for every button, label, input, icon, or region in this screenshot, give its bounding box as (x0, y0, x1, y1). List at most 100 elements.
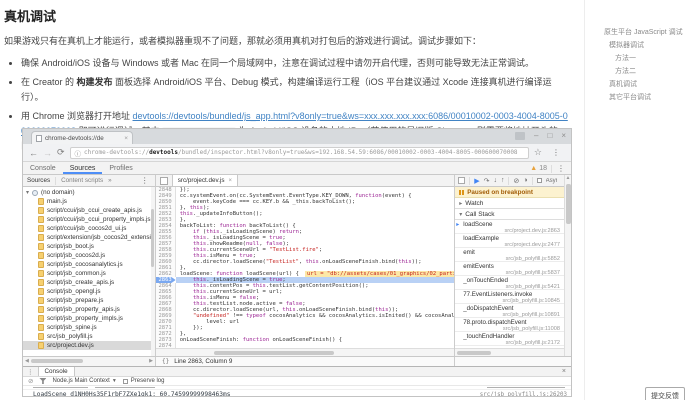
file-tree-item[interactable]: src/project.dev.js (23, 341, 155, 350)
warning-counter[interactable]: ▲ 18 (526, 162, 551, 175)
watch-section[interactable]: ▸ Watch (455, 198, 564, 209)
forward-icon[interactable]: → (43, 148, 52, 158)
tab-close-icon[interactable]: × (124, 135, 128, 142)
file-tree-item[interactable]: script/jsb_property_apis.js (23, 305, 155, 314)
file-tree-item[interactable]: script/ccui/jsb_ccui_create_apis.js (23, 206, 155, 215)
toc-item[interactable]: 模拟器调试 (604, 39, 683, 52)
file-tree-item[interactable]: script/jsb_cocos2d.js (23, 251, 155, 260)
back-icon[interactable]: ← (29, 148, 38, 158)
callstack-frame[interactable]: ▸ 77.EventListeners.invoke src/jsb_polyf… (455, 290, 564, 304)
url-bar[interactable]: ⓘ chrome-devtools://devtools/bundled/ins… (69, 146, 529, 159)
editor-hscrollbar[interactable] (155, 348, 455, 356)
file-tree-item[interactable]: script/jsb_property_impls.js (23, 314, 155, 323)
drawer-menu-icon[interactable]: ⋮ (23, 367, 38, 376)
reload-icon[interactable]: ⟳ (57, 147, 65, 158)
navigator-hscrollbar[interactable]: ◀ ▶ (23, 357, 156, 366)
callstack-frame[interactable]: ▸ loadExample src/project.dev.js:2477 (455, 234, 564, 248)
callstack-frame[interactable]: ▸ _touchEndHandler src/jsb_polyfill.js:2… (455, 332, 564, 346)
page-info-icon[interactable]: ⓘ (75, 148, 82, 158)
line-number[interactable]: 2862 (155, 271, 176, 277)
callstack-frame[interactable]: ▸ _onTouchEnded src/jsb_polyfill.js:5421 (455, 276, 564, 290)
frame-location[interactable]: src/jsb_polyfill.js:2172 (463, 340, 560, 346)
clear-console-icon[interactable]: ⊘ (28, 377, 33, 385)
dock-side-icon[interactable] (458, 177, 466, 184)
resume-icon[interactable]: ▶ (474, 177, 479, 185)
debugger-hscrollbar[interactable] (455, 348, 564, 356)
editor-tab-close-icon[interactable]: × (229, 178, 233, 184)
debugger-vscrollbar[interactable]: ▲ (564, 175, 571, 356)
file-tree-item[interactable]: script/jsb_prepare.js (23, 296, 155, 305)
callstack-frame[interactable]: ▸ emitEvents src/jsb_polyfill.js:5837 (455, 262, 564, 276)
warning-count: 18 (539, 165, 547, 172)
async-label: Async (545, 177, 557, 184)
file-tree-item[interactable]: script/jsb_common.js (23, 269, 155, 278)
deactivate-breakpoints-icon[interactable]: ⊘ (513, 177, 519, 185)
scroll-left-icon[interactable]: ◀ (25, 358, 29, 364)
url-scheme: chrome-devtools:// (84, 149, 150, 156)
callstack-frame[interactable]: ▸ _doDispatchEvent src/jsb_polyfill.js:1… (455, 304, 564, 318)
toc-item[interactable]: 方法一 (604, 52, 683, 65)
console-log-text: LoadScene d1NH0Hs35F1rbF7ZXe1gk1: 60.745… (33, 391, 231, 396)
file-tree-item[interactable]: script/jsb_boot.js (23, 242, 155, 251)
pause-icon (459, 189, 465, 195)
devtools-tabbar: Console Sources Profiles (23, 162, 571, 175)
callstack-frame[interactable]: ▸ 78.proto.dispatchEvent src/jsb_polyfil… (455, 318, 564, 332)
toc-item[interactable]: 其它平台调试 (604, 91, 683, 104)
minimize-button[interactable]: ‒ (534, 131, 538, 140)
file-tree-item[interactable]: script/extension/jsb_cocos2d_extension.j… (23, 233, 155, 242)
devtools-tab[interactable]: Sources (63, 162, 103, 174)
file-tree-item[interactable]: src/jsb_polyfill.js (23, 332, 155, 341)
toc-item[interactable]: 真机调试 (604, 78, 683, 91)
navigator-vscrollbar[interactable] (150, 187, 155, 356)
devtools-tab[interactable]: Console (23, 162, 63, 174)
scroll-up-icon[interactable]: ▲ (566, 175, 571, 182)
async-checkbox[interactable] (536, 178, 542, 183)
navigator-menu-icon[interactable]: ⋮ (139, 176, 151, 185)
execution-context-select[interactable]: Node.js Main Context ▼ (52, 378, 116, 384)
file-tree-item[interactable]: script/ccui/jsb_ccui_property_impls.js (23, 215, 155, 224)
pause-on-exceptions-icon[interactable]: ◑ (523, 177, 527, 184)
maximize-button[interactable]: □ (547, 131, 552, 140)
file-tree-item[interactable]: main.js (23, 197, 155, 206)
bookmark-star-icon[interactable]: ☆ (534, 147, 542, 158)
file-tree-item[interactable]: script/jsb_opengl.js (23, 287, 155, 296)
console-source-link[interactable]: src/jsb_polyfill.js:26203 (480, 392, 567, 397)
file-tree-item[interactable]: script/jsb_create_apis.js (23, 278, 155, 287)
scroll-right-icon[interactable]: ▶ (149, 358, 153, 364)
editor-tabbar: src/project.dev.js × (155, 175, 455, 187)
step-into-icon[interactable]: ↓ (493, 177, 497, 184)
step-2-text: 在 Creator 的 (21, 77, 77, 88)
step-over-icon[interactable]: ↷ (484, 177, 490, 185)
devtools-screenshot: chrome-devtools://de × ‒ □ × ← → ⟳ ⓘ chr… (22, 128, 572, 397)
file-tree-item[interactable]: script/jsb_spine.js (23, 323, 155, 332)
drawer-close-icon[interactable]: × (557, 367, 571, 376)
toc-item[interactable]: 方法二 (604, 65, 683, 78)
toc-item[interactable]: 原生平台 JavaScript 调试 (604, 26, 683, 39)
console-tab[interactable]: Console (37, 367, 75, 376)
panel-grid-icon[interactable] (159, 176, 168, 185)
page-favicon-icon (36, 134, 42, 142)
overflow-chevron-icon[interactable]: » (108, 177, 112, 184)
feedback-button[interactable]: 提交反馈 (645, 387, 685, 400)
console-drawer: ⋮ Console × ⊘ Node.js Main Context ▼ Pre… (23, 366, 571, 396)
callstack-section[interactable]: ▾ Call Stack (455, 209, 564, 220)
browser-menu-icon[interactable]: ⋮ (547, 148, 565, 157)
devtools-menu-icon[interactable]: ⋮ (552, 162, 570, 175)
callstack-frame[interactable]: ▸ emit src/jsb_polyfill.js:5852 (455, 248, 564, 262)
braces-icon[interactable]: {} (162, 358, 169, 365)
filter-icon[interactable] (39, 378, 47, 384)
tree-root[interactable]: ▾ (no domain) (23, 188, 155, 197)
preserve-log-checkbox[interactable] (122, 378, 128, 384)
preserve-log-toggle[interactable]: Preserve log (122, 378, 164, 384)
file-tree-item[interactable]: script/ccui/jsb_cocos2d_ui.js (23, 224, 155, 233)
editor-tab[interactable]: src/project.dev.js × (171, 175, 239, 186)
file-tree-item[interactable]: script/jsb_cocosanalytics.js (23, 260, 155, 269)
browser-tab[interactable]: chrome-devtools://de × (31, 131, 133, 144)
navigator-tab-sources[interactable]: Sources (27, 177, 50, 184)
navigator-tab-content-scripts[interactable]: Content scripts (61, 177, 103, 184)
step-out-icon[interactable]: ↑ (501, 177, 505, 184)
callstack-frame[interactable]: ▸ loadScene src/project.dev.js:2863 (455, 220, 564, 234)
devtools-tab[interactable]: Profiles (102, 162, 139, 174)
file-icon (38, 234, 44, 241)
close-button[interactable]: × (561, 131, 566, 140)
